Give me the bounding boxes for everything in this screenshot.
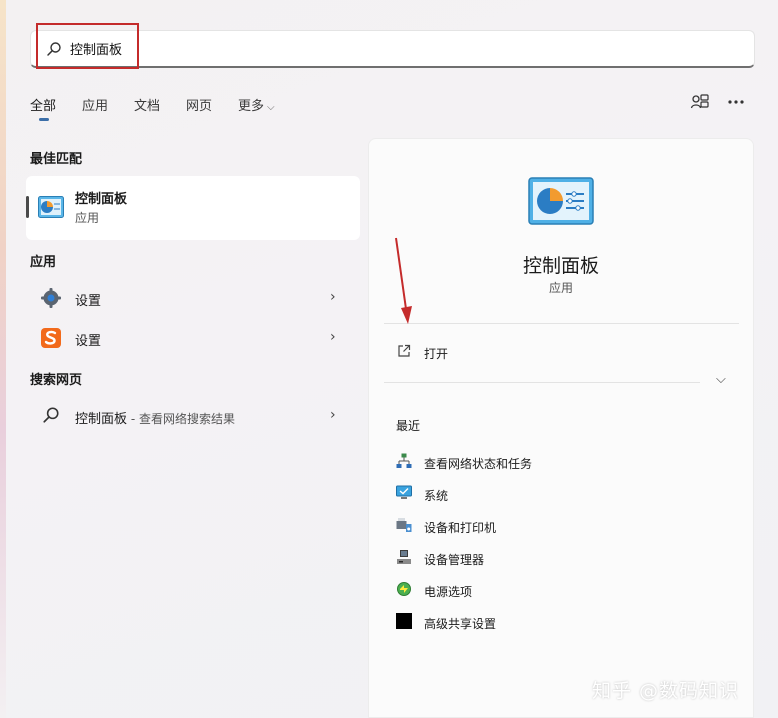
watermark: 知乎 @数码知识 xyxy=(592,680,740,702)
tab-all[interactable]: 全部 xyxy=(30,95,56,114)
divider xyxy=(384,323,739,324)
recent-item-label: 设备管理器 xyxy=(424,553,485,567)
black-square-icon xyxy=(396,613,412,629)
recent-item-label: 电源选项 xyxy=(424,585,473,599)
control-panel-icon xyxy=(38,196,64,218)
device-manager-icon xyxy=(397,550,411,564)
open-label: 打开 xyxy=(424,347,449,361)
system-monitor-icon xyxy=(396,485,412,499)
best-match-card[interactable] xyxy=(26,176,360,240)
recent-heading: 最近 xyxy=(396,419,421,433)
chevron-right-icon: › xyxy=(330,289,336,305)
background-edge xyxy=(0,0,6,718)
search-icon xyxy=(43,407,59,423)
section-apps: 应用 xyxy=(30,255,57,270)
chevron-down-icon: ⌵ xyxy=(267,102,275,113)
tab-more-label: 更多 xyxy=(238,99,265,114)
tab-web[interactable]: 网页 xyxy=(186,95,212,114)
network-icon xyxy=(396,453,412,468)
web-search-label: 控制面板 - 查看网络搜索结果 xyxy=(75,408,235,427)
recent-item-label: 高级共享设置 xyxy=(424,617,497,631)
best-match-title: 控制面板 xyxy=(75,192,128,207)
control-panel-large-icon xyxy=(528,177,594,225)
section-web-search: 搜索网页 xyxy=(30,373,83,388)
annotation-arrow-icon xyxy=(395,237,412,324)
tab-documents[interactable]: 文档 xyxy=(134,95,160,114)
search-input[interactable] xyxy=(70,38,570,58)
selection-indicator xyxy=(26,196,29,218)
detail-subtitle: 应用 xyxy=(548,281,573,295)
chevron-right-icon: › xyxy=(330,329,336,345)
open-external-icon xyxy=(398,344,411,357)
recent-item-label: 设备和打印机 xyxy=(424,521,497,535)
section-best-match: 最佳匹配 xyxy=(30,152,83,167)
web-search-subtitle: 查看网络搜索结果 xyxy=(138,412,235,426)
sogou-s-icon xyxy=(41,328,61,348)
more-options-icon[interactable] xyxy=(726,92,746,112)
app-result-label: 设置 xyxy=(75,334,102,349)
app-result-label: 设置 xyxy=(75,294,102,309)
tab-apps[interactable]: 应用 xyxy=(82,95,108,114)
web-search-title: 控制面板 xyxy=(75,412,128,427)
power-options-icon xyxy=(397,582,411,596)
search-icon xyxy=(47,42,61,56)
best-match-subtitle: 应用 xyxy=(75,211,100,225)
share-connect-icon[interactable] xyxy=(690,92,710,112)
recent-item-label: 系统 xyxy=(424,489,449,503)
gear-icon xyxy=(41,288,61,308)
detail-title: 控制面板 xyxy=(522,255,599,277)
expand-chevron-icon[interactable]: ⌵ xyxy=(716,372,726,387)
tab-more[interactable]: 更多 ⌵ xyxy=(238,95,275,114)
divider xyxy=(384,382,700,383)
printer-icon xyxy=(396,518,412,532)
recent-item-label: 查看网络状态和任务 xyxy=(424,457,533,471)
web-search-separator: - xyxy=(127,412,139,426)
tab-active-indicator xyxy=(39,118,49,121)
chevron-right-icon: › xyxy=(330,407,336,423)
